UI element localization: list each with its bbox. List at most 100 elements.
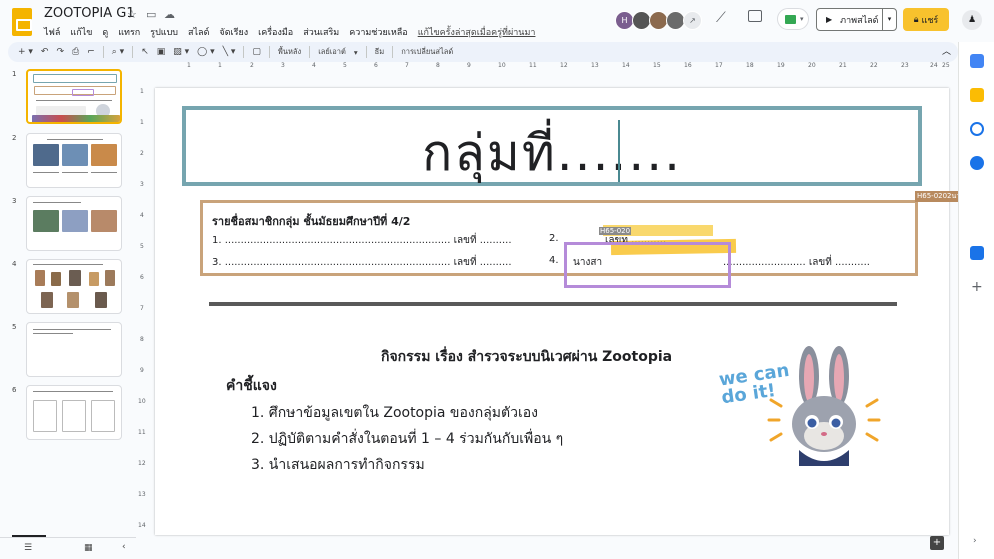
last-edit-link[interactable]: แก้ไขครั้งล่าสุดเมื่อครู่ที่ผ่านมา (418, 25, 536, 39)
move-folder-icon[interactable]: ▭ (146, 8, 156, 21)
text-cursor (618, 120, 620, 182)
slideshow-label: ภาพสไลด์ (840, 15, 879, 26)
zoom-icon[interactable]: ⌕ ▾ (112, 47, 124, 57)
slide-number: 4 (12, 260, 17, 268)
collapse-panel-icon[interactable]: ‹ (122, 542, 126, 552)
toolbar: + ▾ ↶ ↷ ⎙ ⌐ ⌕ ▾ ↖ ▣ ▨ ▾ ◯ ▾ ╲ ▾ ▢ พื้นหล… (8, 42, 958, 62)
lock-icon: 🔒︎ (913, 14, 919, 25)
menu-view[interactable]: ดู (102, 25, 108, 39)
background-button[interactable]: พื้นหลัง (278, 46, 301, 58)
member-row-4[interactable]: .......................... เลขที่ ......… (723, 255, 870, 270)
slide-title[interactable]: กลุ่มที่....... (186, 114, 918, 193)
activity-trend-icon[interactable]: ⟋ (716, 10, 726, 26)
filmstrip-view-icon[interactable]: ☰ (24, 543, 32, 553)
menu-format[interactable]: รูปแบบ (150, 25, 178, 39)
member-row-2-number[interactable]: 2. (549, 233, 559, 244)
grid-view-icon[interactable]: ▦ (84, 543, 93, 553)
text-box-icon[interactable]: ▣ (157, 47, 166, 57)
menu-arrange[interactable]: จัดเรียง (219, 25, 248, 39)
menu-edit[interactable]: แก้ไข (70, 25, 92, 39)
menu-bar: ไฟล์ แก้ไข ดู แทรก รูปแบบ สไลด์ จัดเรียง… (44, 25, 535, 39)
line-icon[interactable]: ╲ ▾ (223, 47, 236, 57)
menu-addons[interactable]: ส่วนเสริม (303, 25, 339, 39)
instructions-label[interactable]: คำชี้แจง (226, 375, 277, 397)
print-icon[interactable]: ⎙ (72, 47, 79, 57)
instruction-step[interactable]: 2. ปฏิบัติตามคำสั่งในตอนที่ 1 – 4 ร่วมกั… (251, 428, 563, 450)
menu-insert[interactable]: แทรก (118, 25, 140, 39)
divider-line[interactable] (209, 302, 897, 306)
horizontal-ruler: 1 1 2 3 4 5 6 7 8 9 10 11 12 13 14 15 16… (187, 62, 950, 69)
member-row-1[interactable]: 1. .....................................… (212, 233, 512, 248)
share-button[interactable]: 🔒︎ แชร์ (903, 8, 949, 31)
slide-thumbnail-6[interactable] (26, 385, 122, 440)
slide-number: 1 (12, 70, 17, 78)
slide-canvas[interactable]: กลุ่มที่....... รายชื่อสมาชิกกลุ่ม ชั้นม… (155, 88, 967, 535)
member-row-4-number[interactable]: 4. (549, 255, 559, 266)
layout-button[interactable]: เลย์เอาต์ (318, 46, 346, 58)
collapse-toolbar-icon[interactable]: ︿ (942, 44, 951, 57)
menu-tools[interactable]: เครื่องมือ (258, 25, 293, 39)
chevron-down-icon[interactable]: ▾ (354, 48, 358, 57)
slide-thumbnail-5[interactable] (26, 322, 122, 377)
comment-icon[interactable] (748, 10, 762, 22)
instruction-step[interactable]: 3. นำเสนอผลการทำกิจกรรม (251, 454, 425, 476)
slide-thumbnail-4[interactable] (26, 259, 122, 314)
member-list-box[interactable]: รายชื่อสมาชิกกลุ่ม ชั้นมัธยมศึกษาปีที่ 4… (200, 200, 918, 276)
menu-file[interactable]: ไฟล์ (44, 25, 60, 39)
menu-help[interactable]: ความช่วยเหลือ (349, 25, 407, 39)
slideshow-dropdown-icon[interactable]: ▾ (882, 9, 896, 30)
theme-button[interactable]: ธีม (375, 46, 385, 58)
undo-icon[interactable]: ↶ (41, 47, 49, 57)
slide-number: 6 (12, 386, 17, 394)
explore-button[interactable]: + (930, 536, 944, 550)
slides-app: ZOOTOPIA G1 ☆ ▭ ☁ ไฟล์ แก้ไข ดู แทรก รูป… (0, 0, 994, 559)
play-icon: ▶ (826, 15, 833, 24)
collaborator-selection-box (564, 242, 731, 288)
instruction-step[interactable]: 1. ศึกษาข้อมูลเขตใน Zootopia ของกลุ่มตัว… (251, 402, 538, 424)
slide-filmstrip: 1 2 3 4 5 6 (0, 62, 136, 537)
slide-thumbnail-2[interactable] (26, 133, 122, 188)
cloud-status-icon[interactable]: ☁ (164, 8, 175, 21)
slide-number: 2 (12, 134, 17, 142)
collaborator-cursor-tag: H65-020 (599, 227, 632, 235)
activity-title[interactable]: กิจกรรม เรื่อง สำรวจระบบนิเวศผ่าน Zootop… (381, 346, 672, 368)
contacts-icon[interactable] (970, 156, 984, 170)
add-addon-icon[interactable]: + (971, 279, 983, 295)
star-icon[interactable]: ☆ (127, 8, 137, 21)
image-icon[interactable]: ▨ ▾ (173, 47, 189, 57)
tasks-icon[interactable] (970, 122, 984, 136)
mail-icon[interactable] (970, 246, 984, 260)
slide-thumbnail-1[interactable] (26, 69, 122, 124)
slideshow-button[interactable]: ▶ ภาพสไลด์ ▾ (816, 8, 897, 31)
member-row-3[interactable]: 3. .....................................… (212, 255, 512, 270)
bunny-sticker[interactable] (767, 346, 892, 476)
member-list-heading[interactable]: รายชื่อสมาชิกกลุ่ม ชั้นมัธยมศึกษาปีที่ 4… (212, 212, 410, 230)
select-icon[interactable]: ↖ (141, 47, 149, 57)
slide-number: 3 (12, 197, 17, 205)
horizontal-scrollbar[interactable] (150, 548, 950, 554)
slide-number: 5 (12, 323, 17, 331)
calendar-icon[interactable] (970, 54, 984, 68)
slides-logo-icon[interactable] (12, 8, 32, 36)
side-panel-rail (958, 42, 994, 559)
meet-camera-icon (785, 15, 796, 24)
meet-button[interactable]: ▾ (777, 8, 809, 30)
vertical-ruler: 1 1 2 3 4 5 6 7 8 9 10 11 12 13 14 (138, 88, 146, 529)
document-title[interactable]: ZOOTOPIA G1 (44, 6, 135, 21)
keep-icon[interactable] (970, 88, 984, 102)
slide-thumbnail-3[interactable] (26, 196, 122, 251)
expand-side-panel-icon[interactable]: › (973, 536, 977, 546)
new-slide-icon[interactable]: + ▾ (18, 47, 33, 57)
more-collaborators-icon[interactable]: ↗ (683, 11, 702, 30)
menu-slide[interactable]: สไลด์ (188, 25, 209, 39)
chevron-down-icon: ▾ (800, 15, 804, 23)
account-avatar[interactable]: ♟ (962, 10, 982, 30)
redo-icon[interactable]: ↷ (56, 47, 64, 57)
share-label: แชร์ (921, 15, 939, 26)
paint-format-icon[interactable]: ⌐ (87, 47, 95, 57)
filmstrip-footer (0, 537, 136, 559)
title-text-box[interactable]: กลุ่มที่....... (182, 106, 922, 186)
transition-button[interactable]: การเปลี่ยนสไลด์ (401, 46, 453, 58)
shape-icon[interactable]: ◯ ▾ (197, 47, 214, 57)
add-comment-icon[interactable]: ▢ (252, 47, 261, 57)
